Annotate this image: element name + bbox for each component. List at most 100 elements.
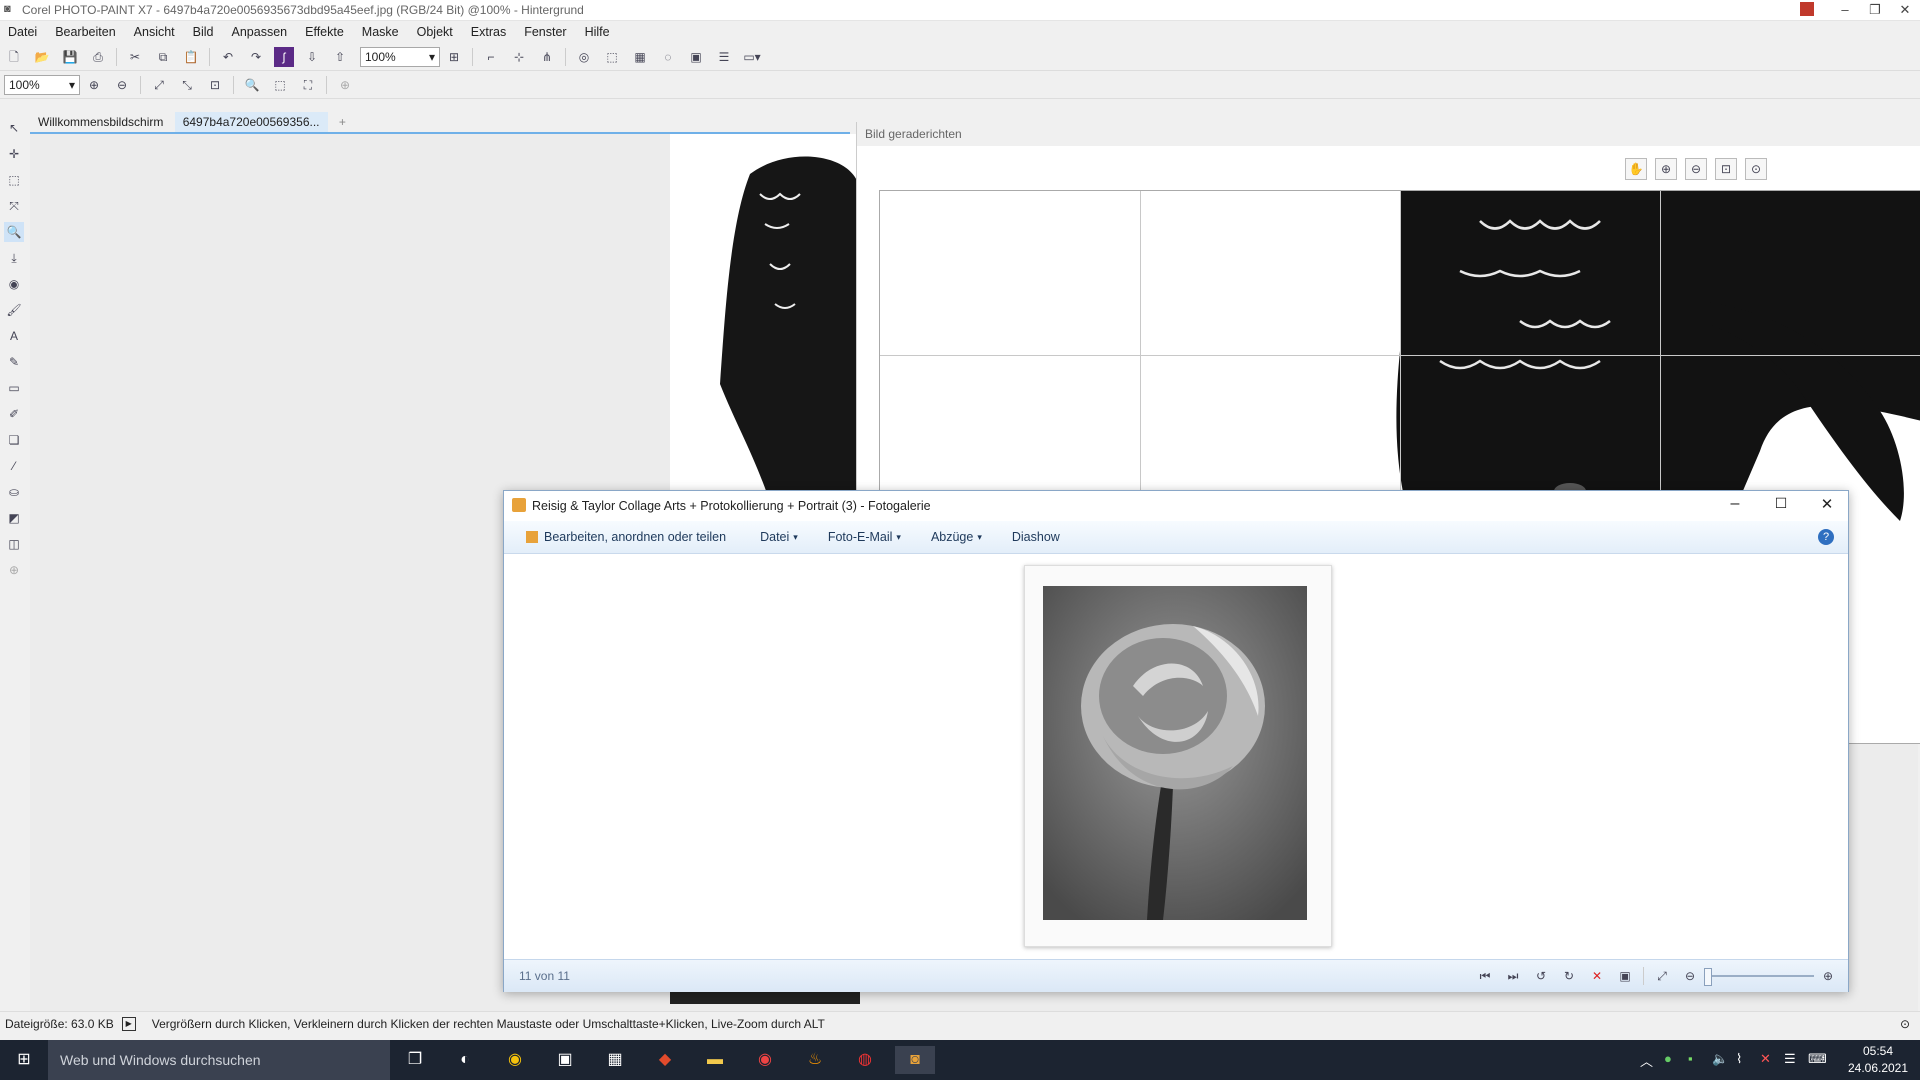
- zoom-100-icon[interactable]: 🔍: [242, 75, 262, 95]
- zoom-width-icon[interactable]: ⤢: [149, 75, 169, 95]
- menu-hilfe[interactable]: Hilfe: [585, 25, 610, 39]
- photo-email-menu[interactable]: Foto-E-Mail: [828, 530, 893, 544]
- add-icon[interactable]: ⊕: [335, 75, 355, 95]
- tab-add-button[interactable]: +: [331, 112, 354, 132]
- slideshow-button[interactable]: Diashow: [1012, 530, 1060, 544]
- chrome-icon[interactable]: ◉: [495, 1046, 535, 1074]
- clock-time[interactable]: 05:54: [1843, 1044, 1913, 1058]
- zoom-out-icon[interactable]: ⊖: [1680, 966, 1700, 986]
- print-icon[interactable]: ⎙: [88, 47, 108, 67]
- zoom-secondary-select[interactable]: 100% ▾: [4, 75, 80, 95]
- redo-icon[interactable]: ↷: [246, 47, 266, 67]
- grid-icon[interactable]: ⊹: [509, 47, 529, 67]
- mask-marquee-icon[interactable]: ⬚: [602, 47, 622, 67]
- zoom-out-icon[interactable]: ⊖: [1685, 158, 1707, 180]
- launcher-icon[interactable]: ▭▾: [742, 47, 762, 67]
- text-tool-icon[interactable]: A: [4, 326, 24, 346]
- copy-icon[interactable]: ⧉: [153, 47, 173, 67]
- file-menu[interactable]: Datei: [760, 530, 789, 544]
- restore-icon[interactable]: ❐: [1860, 0, 1890, 20]
- options-icon[interactable]: ☰: [714, 47, 734, 67]
- tab-document[interactable]: 6497b4a720e00569356...: [174, 112, 328, 132]
- import-icon[interactable]: ⇩: [302, 47, 322, 67]
- next-icon[interactable]: ⏭: [1503, 966, 1523, 986]
- paint-icon[interactable]: ✎: [4, 352, 24, 372]
- export-icon[interactable]: ⇧: [330, 47, 350, 67]
- zoom-slider[interactable]: [1704, 968, 1814, 986]
- file-explorer-icon[interactable]: ▬: [695, 1046, 735, 1074]
- minimize-icon[interactable]: –: [1720, 495, 1750, 513]
- close-icon[interactable]: ✕: [1812, 495, 1842, 513]
- zoom-window-icon[interactable]: ⬚: [270, 75, 290, 95]
- zoom-tool-icon[interactable]: 🔍: [4, 222, 24, 242]
- paste-icon[interactable]: 📋: [181, 47, 201, 67]
- tab-welcome[interactable]: Willkommensbildschirm: [30, 112, 171, 132]
- play-icon[interactable]: ▶: [121, 1017, 136, 1031]
- menu-maske[interactable]: Maske: [362, 25, 399, 39]
- wifi-off-icon[interactable]: ✕: [1760, 1051, 1771, 1067]
- menu-fenster[interactable]: Fenster: [524, 25, 566, 39]
- rotate-right-icon[interactable]: ↻: [1559, 966, 1579, 986]
- menu-objekt[interactable]: Objekt: [417, 25, 453, 39]
- new-file-icon[interactable]: 🗋: [4, 47, 24, 67]
- corel-connect-icon[interactable]: ʃ: [274, 47, 294, 67]
- menu-ansicht[interactable]: Ansicht: [134, 25, 175, 39]
- shape-rectangle-icon[interactable]: ▭: [4, 378, 24, 398]
- help-icon[interactable]: ?: [1818, 529, 1834, 545]
- mask-view-icon[interactable]: ◎: [574, 47, 594, 67]
- zoom-height-icon[interactable]: ⤡: [177, 75, 197, 95]
- minimize-icon[interactable]: –: [1830, 0, 1860, 20]
- chevron-up-icon[interactable]: ︿: [1640, 1051, 1653, 1070]
- user-icon[interactable]: [1800, 2, 1814, 16]
- menu-extras[interactable]: Extras: [471, 25, 506, 39]
- menu-effekte[interactable]: Effekte: [305, 25, 344, 39]
- close-icon[interactable]: ✕: [1890, 0, 1920, 20]
- shield-icon[interactable]: ●: [1664, 1051, 1672, 1066]
- app-icon-orange[interactable]: ♨: [795, 1046, 835, 1074]
- fill-bucket-icon[interactable]: ⛀: [4, 482, 24, 502]
- slideshow-icon[interactable]: ▣: [1615, 966, 1635, 986]
- edit-arrange-share-menu[interactable]: Bearbeiten, anordnen oder teilen: [544, 530, 726, 544]
- transform-icon[interactable]: ⤧: [4, 196, 24, 216]
- zoom-fit-icon[interactable]: ⊡: [205, 75, 225, 95]
- zoom-fit-icon[interactable]: ⊡: [1715, 158, 1737, 180]
- zoom-in-icon[interactable]: ⊕: [1818, 966, 1838, 986]
- status-settings-icon[interactable]: ⊙: [1900, 1017, 1910, 1031]
- swap-colors-icon[interactable]: ◫: [4, 534, 24, 554]
- color-swatch-icon[interactable]: ◩: [4, 508, 24, 528]
- keyboard-icon[interactable]: ⌨: [1808, 1051, 1827, 1067]
- rose-photo[interactable]: [1043, 586, 1307, 920]
- menu-bild[interactable]: Bild: [193, 25, 214, 39]
- acrobat-icon[interactable]: ◆: [645, 1046, 685, 1074]
- mask-rectangle-icon[interactable]: ⬚: [4, 170, 24, 190]
- object-lock-icon[interactable]: ▦: [630, 47, 650, 67]
- prints-menu[interactable]: Abzüge: [931, 530, 973, 544]
- chrome-alt-icon[interactable]: ◉: [745, 1046, 785, 1074]
- rotate-left-icon[interactable]: ↺: [1531, 966, 1551, 986]
- rulers-icon[interactable]: ⌐: [481, 47, 501, 67]
- zoom-level-select[interactable]: 100% ▾: [360, 47, 440, 67]
- delete-icon[interactable]: ✕: [1587, 966, 1607, 986]
- message-icon[interactable]: ☰: [1784, 1051, 1796, 1067]
- brush-icon[interactable]: 🖌: [4, 300, 24, 320]
- crop-tool-icon[interactable]: ✛: [4, 144, 24, 164]
- image-info-icon[interactable]: ▣: [686, 47, 706, 67]
- red-eye-icon[interactable]: ◉: [4, 274, 24, 294]
- hand-pan-icon[interactable]: ✋: [1625, 158, 1647, 180]
- maximize-icon[interactable]: ☐: [1766, 495, 1796, 512]
- photo-app-icon[interactable]: ◐: [445, 1046, 485, 1074]
- gallery-taskbar-icon[interactable]: ▦: [595, 1046, 635, 1074]
- effect-brush-icon[interactable]: ✐: [4, 404, 24, 424]
- eyedropper-icon[interactable]: ⤓: [4, 248, 24, 268]
- corel-taskbar-icon[interactable]: ◙: [895, 1046, 935, 1074]
- image-viewer-icon[interactable]: ▣: [545, 1046, 585, 1074]
- cut-icon[interactable]: ✂: [125, 47, 145, 67]
- pick-tool-icon[interactable]: ↖: [4, 118, 24, 138]
- full-screen-icon[interactable]: ⊞: [444, 47, 464, 67]
- guidelines-icon[interactable]: ⋔: [537, 47, 557, 67]
- menu-bearbeiten[interactable]: Bearbeiten: [55, 25, 115, 39]
- clock-date[interactable]: 24.06.2021: [1843, 1061, 1913, 1075]
- save-icon[interactable]: 💾: [60, 47, 80, 67]
- start-icon[interactable]: ⊞: [4, 1046, 44, 1074]
- volume-icon[interactable]: 🔈: [1712, 1051, 1728, 1067]
